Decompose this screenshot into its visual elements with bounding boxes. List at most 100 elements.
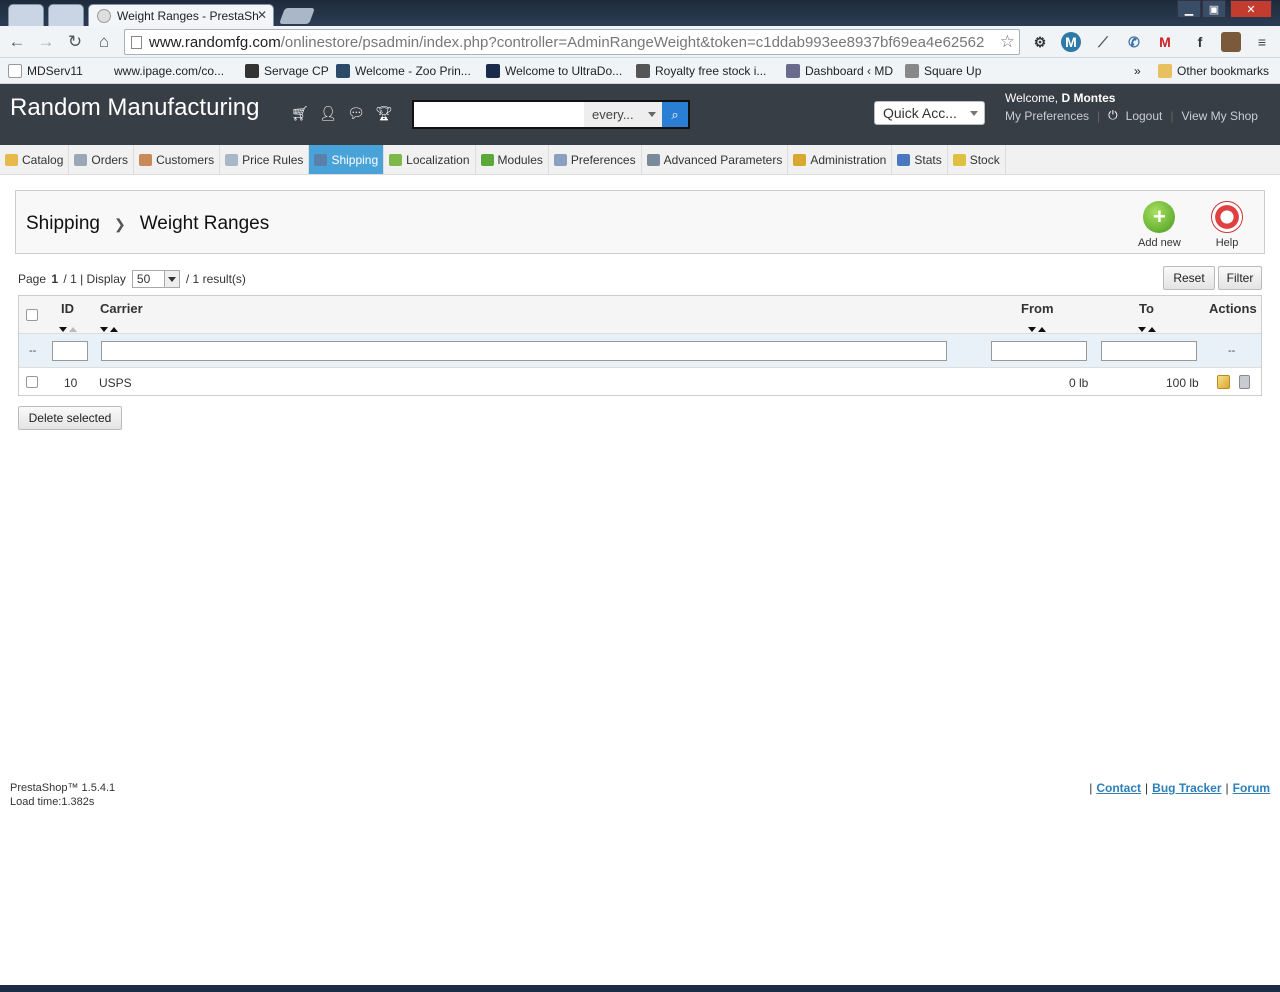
menu-item-preferences[interactable]: Preferences — [549, 145, 642, 174]
sort-asc-icon[interactable] — [1148, 327, 1156, 332]
menu-item-shipping[interactable]: Shipping — [309, 145, 385, 174]
menu-item-price-rules[interactable]: Price Rules — [220, 145, 310, 174]
search-input[interactable] — [414, 102, 584, 127]
logout-link[interactable]: Logout — [1126, 109, 1163, 123]
menu-shipping-icon — [314, 153, 328, 166]
instagram-icon[interactable] — [1221, 32, 1241, 52]
extension-phone-icon[interactable]: ✆ — [1124, 32, 1144, 52]
menu-item-label: Advanced Parameters — [663, 152, 783, 167]
menu-item-orders[interactable]: Orders — [69, 145, 135, 174]
minimize-icon[interactable]: ▁ — [1177, 0, 1201, 18]
maximize-icon[interactable]: ▣ — [1202, 0, 1226, 18]
menu-item-advanced-parameters[interactable]: Advanced Parameters — [642, 145, 789, 174]
footer-info: PrestaShop™ 1.5.4.1 Load time:1.382s — [10, 781, 115, 809]
address-bar[interactable]: www.randomfg.com/onlinestore/psadmin/ind… — [124, 29, 1020, 55]
delete-selected-button[interactable]: Delete selected — [18, 406, 122, 430]
sort-desc-icon[interactable] — [1028, 327, 1036, 332]
menu-item-modules[interactable]: Modules — [476, 145, 549, 174]
menu-item-stats[interactable]: Stats — [892, 145, 948, 174]
bookmark-item[interactable]: Royalty free stock i... — [636, 62, 766, 80]
table-row[interactable]: 10 USPS 0 lb 100 lb — [19, 368, 1261, 395]
bookmark-star-icon[interactable]: ☆ — [1000, 32, 1015, 52]
cart-icon[interactable]: 🛒︎ — [291, 104, 309, 122]
page-title: Weight Ranges — [139, 213, 270, 234]
gmail-icon[interactable]: M — [1155, 32, 1175, 52]
home-icon[interactable]: ⌂ — [93, 31, 115, 53]
other-bookmarks[interactable]: Other bookmarks — [1158, 62, 1269, 80]
search-button[interactable]: ⌕ — [662, 102, 688, 127]
reload-icon[interactable]: ↻ — [64, 31, 86, 53]
my-preferences-link[interactable]: My Preferences — [1005, 109, 1089, 123]
sort-id — [59, 321, 79, 332]
menu-item-customers[interactable]: Customers — [134, 145, 221, 174]
delete-trash-icon[interactable] — [1239, 375, 1250, 389]
sort-desc-icon[interactable] — [100, 327, 108, 332]
breadcrumb: Shipping ❯ Weight Ranges — [26, 213, 269, 235]
search-scope-select[interactable]: every... — [584, 102, 662, 127]
bookmarks-overflow-chevron[interactable]: » — [1134, 62, 1141, 80]
welcome-text: Welcome, D Montes — [1005, 91, 1116, 105]
menu-item-administration[interactable]: Administration — [788, 145, 893, 174]
sort-desc-icon[interactable] — [59, 327, 67, 332]
view-shop-link[interactable]: View My Shop — [1181, 109, 1257, 123]
bookmark-item[interactable]: Welcome - Zoo Prin... — [336, 62, 471, 80]
column-header-id: ID — [61, 301, 74, 316]
ultradome-icon — [486, 64, 500, 78]
bookmark-item[interactable]: Square Up — [905, 62, 981, 80]
bookmark-item[interactable]: MDServ11 — [8, 62, 83, 80]
reset-button[interactable]: Reset — [1163, 266, 1215, 290]
menu-item-label: Stats — [914, 152, 942, 167]
browser-toolbar: ← → ↻ ⌂ www.randomfg.com/onlinestore/psa… — [0, 26, 1280, 58]
menu-item-localization[interactable]: Localization — [384, 145, 476, 174]
wordpress-icon — [786, 64, 800, 78]
sort-desc-icon[interactable] — [1138, 327, 1146, 332]
trophy-icon[interactable]: 🏆︎ — [375, 104, 393, 122]
id-filter-input[interactable] — [52, 341, 88, 361]
edit-pencil-icon[interactable] — [1217, 375, 1230, 389]
chrome-menu-icon[interactable]: ≡ — [1252, 32, 1272, 52]
sort-asc-icon[interactable] — [1038, 327, 1046, 332]
main-menu: Catalog Orders Customers Price Rules Shippin… — [0, 145, 1280, 175]
new-tab-button[interactable] — [279, 8, 315, 24]
extension-tool-icon[interactable]: ⟋ — [1093, 32, 1113, 52]
row-checkbox[interactable] — [26, 376, 38, 388]
browser-tab-active[interactable]: Weight Ranges - PrestaSh ✕ — [88, 4, 274, 26]
per-page-select[interactable]: 50 — [131, 270, 180, 288]
menu-administration-icon — [793, 153, 807, 166]
menu-item-stock[interactable]: Stock — [948, 145, 1006, 174]
close-window-icon[interactable]: ✕ — [1230, 0, 1272, 18]
chevron-down-icon — [648, 112, 656, 117]
close-tab-icon[interactable]: ✕ — [257, 8, 267, 22]
settings-gear-icon[interactable]: ⚙ — [1030, 32, 1050, 52]
extension-m-icon[interactable]: M — [1061, 32, 1081, 52]
quick-access-select[interactable]: Quick Acc... — [874, 101, 985, 125]
sort-asc-icon[interactable] — [110, 327, 118, 332]
prestashop-favicon-icon — [97, 8, 111, 23]
menu-item-catalog[interactable]: Catalog — [0, 145, 70, 174]
bookmark-item[interactable]: Dashboard ‹ MD — [786, 62, 893, 80]
bookmark-item[interactable]: www.ipage.com/co... — [114, 62, 224, 80]
shop-name[interactable]: Random Manufacturing — [10, 94, 259, 122]
forum-link[interactable]: Forum — [1233, 781, 1270, 795]
forward-arrow-icon[interactable]: → — [35, 31, 57, 53]
select-all-checkbox[interactable] — [26, 309, 38, 321]
bookmark-item[interactable]: Servage CP — [245, 62, 329, 80]
sort-asc-icon[interactable] — [69, 327, 77, 332]
bug-tracker-link[interactable]: Bug Tracker — [1152, 781, 1221, 795]
extension-f-icon[interactable]: f — [1190, 32, 1210, 52]
messages-icon[interactable]: 💬︎ — [347, 104, 365, 122]
contact-link[interactable]: Contact — [1096, 781, 1141, 795]
to-filter-input[interactable] — [1101, 341, 1197, 361]
add-new-button[interactable]: + Add new — [1138, 201, 1181, 249]
browser-tab[interactable] — [8, 4, 44, 26]
breadcrumb-parent[interactable]: Shipping — [26, 213, 100, 235]
filter-button[interactable]: Filter — [1218, 266, 1262, 290]
browser-tab[interactable] — [48, 4, 84, 26]
help-button[interactable]: Help — [1211, 201, 1243, 249]
back-arrow-icon[interactable]: ← — [6, 31, 28, 53]
from-filter-input[interactable] — [991, 341, 1087, 361]
menu-item-label: Orders — [91, 152, 129, 167]
bookmark-item[interactable]: Welcome to UltraDo... — [486, 62, 622, 80]
carrier-filter-input[interactable] — [101, 341, 947, 361]
customer-icon[interactable]: 👤︎ — [319, 104, 337, 122]
